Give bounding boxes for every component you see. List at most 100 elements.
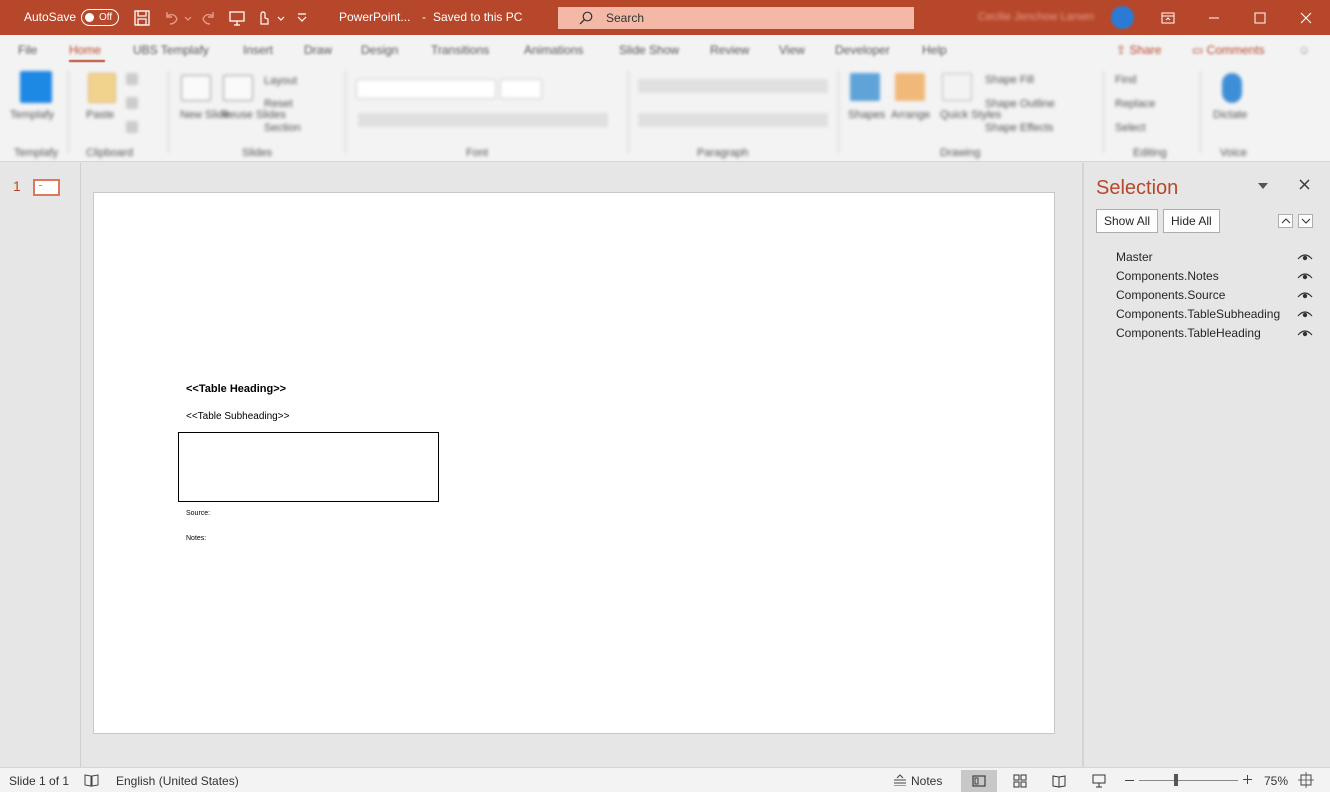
send-backward-button[interactable]	[1298, 214, 1313, 228]
slide[interactable]: <<Table Heading>> <<Table Subheading>> S…	[93, 192, 1055, 734]
feedback-icon[interactable]: ☺	[1298, 43, 1310, 57]
slide-sorter-button[interactable]	[1002, 770, 1038, 792]
tab-file[interactable]: File	[18, 43, 37, 57]
slide-show-button[interactable]	[1081, 770, 1117, 792]
format-painter-icon[interactable]	[126, 121, 138, 133]
close-button[interactable]	[1282, 0, 1328, 35]
selection-item-notes[interactable]: Components.Notes	[1116, 269, 1219, 283]
redo-icon[interactable]	[198, 8, 218, 28]
show-all-button[interactable]: Show All	[1096, 209, 1159, 233]
font-format-buttons[interactable]	[358, 113, 608, 127]
shape-effects-button[interactable]: Shape Effects	[985, 122, 1053, 134]
tab-transitions[interactable]: Transitions	[431, 43, 489, 57]
fit-to-window-icon[interactable]	[1298, 772, 1314, 791]
search-icon	[578, 10, 594, 29]
undo-icon[interactable]	[162, 8, 182, 28]
zoom-slider[interactable]	[1139, 780, 1238, 781]
select-button[interactable]: Select	[1115, 122, 1146, 134]
share-button[interactable]: ⇪ Share	[1116, 43, 1161, 57]
table-placeholder-box[interactable]	[178, 432, 439, 502]
language-indicator[interactable]: English (United States)	[116, 774, 239, 788]
avatar[interactable]	[1111, 6, 1134, 29]
paragraph-list-buttons[interactable]	[638, 79, 828, 93]
autosave-toggle[interactable]: Off	[81, 9, 119, 26]
pane-options-icon[interactable]	[1257, 180, 1269, 194]
slide-thumbnail[interactable]	[33, 179, 60, 196]
chevron-up-icon	[1281, 218, 1291, 224]
find-button[interactable]: Find	[1115, 74, 1136, 86]
tab-view[interactable]: View	[779, 43, 805, 57]
vertical-scrollbar[interactable]	[1082, 163, 1084, 767]
zoom-level[interactable]: 75%	[1264, 774, 1288, 788]
font-name-dropdown[interactable]	[356, 79, 496, 99]
tab-review[interactable]: Review	[710, 43, 749, 57]
undo-dropdown-icon[interactable]	[180, 8, 200, 28]
zoom-out-icon[interactable]	[1125, 780, 1134, 781]
tab-design[interactable]: Design	[361, 43, 398, 57]
tab-home[interactable]: Home	[69, 43, 101, 57]
user-name[interactable]: Cecilie Jenchow Larsen	[978, 11, 1094, 23]
quick-styles-button[interactable]: Quick Styles	[940, 109, 1001, 121]
tab-animations[interactable]: Animations	[524, 43, 583, 57]
section-button[interactable]: Section	[264, 122, 301, 134]
templafy-button[interactable]: Templafy	[10, 109, 54, 121]
selection-item-tablesubheading[interactable]: Components.TableSubheading	[1116, 307, 1280, 321]
accessibility-icon[interactable]	[84, 773, 99, 790]
presentation-icon[interactable]	[227, 8, 247, 28]
visibility-eye-icon[interactable]	[1297, 327, 1313, 341]
shape-fill-button[interactable]: Shape Fill	[985, 74, 1034, 86]
minimize-icon	[1209, 17, 1219, 19]
arrange-button[interactable]: Arrange	[891, 109, 930, 121]
microphone-icon	[1222, 73, 1242, 103]
zoom-in-icon[interactable]	[1242, 774, 1253, 788]
shape-outline-button[interactable]: Shape Outline	[985, 98, 1055, 110]
save-icon[interactable]	[132, 8, 152, 28]
reset-button[interactable]: Reset	[264, 98, 293, 110]
normal-view-button[interactable]	[961, 770, 997, 792]
touch-mode-icon[interactable]	[253, 8, 273, 28]
selection-item-master[interactable]: Master	[1116, 250, 1153, 264]
hide-all-button[interactable]: Hide All	[1163, 209, 1220, 233]
selection-item-tableheading[interactable]: Components.TableHeading	[1116, 326, 1261, 340]
ribbon-display-button[interactable]	[1144, 0, 1190, 35]
cut-icon[interactable]	[126, 73, 138, 85]
paste-icon	[88, 73, 116, 103]
reuse-slides-button[interactable]: Reuse Slides	[221, 109, 286, 121]
visibility-eye-icon[interactable]	[1297, 289, 1313, 303]
tab-slide-show[interactable]: Slide Show	[619, 43, 679, 57]
visibility-eye-icon[interactable]	[1297, 308, 1313, 322]
minimize-button[interactable]	[1190, 0, 1236, 35]
selection-item-source[interactable]: Components.Source	[1116, 288, 1225, 302]
notes-placeholder[interactable]: Notes:	[186, 535, 206, 542]
tab-ubs-templafy[interactable]: UBS Templafy	[133, 43, 209, 57]
dictate-button[interactable]: Dictate	[1213, 109, 1247, 121]
reading-view-button[interactable]	[1041, 770, 1077, 792]
comments-label: Comments	[1206, 43, 1265, 57]
visibility-eye-icon[interactable]	[1297, 251, 1313, 265]
paste-button[interactable]: Paste	[86, 109, 114, 121]
comments-button[interactable]: ▭ Comments	[1192, 43, 1265, 57]
tab-draw[interactable]: Draw	[304, 43, 332, 57]
layout-button[interactable]: Layout	[264, 75, 297, 87]
table-heading-placeholder[interactable]: <<Table Heading>>	[186, 383, 286, 395]
source-placeholder[interactable]: Source:	[186, 510, 210, 517]
tab-help[interactable]: Help	[922, 43, 947, 57]
notes-button[interactable]: Notes	[911, 774, 942, 788]
font-size-dropdown[interactable]	[500, 79, 542, 99]
visibility-eye-icon[interactable]	[1297, 270, 1313, 284]
table-subheading-placeholder[interactable]: <<Table Subheading>>	[186, 411, 289, 422]
pane-close-icon[interactable]	[1298, 178, 1311, 194]
customize-qat-icon[interactable]	[292, 8, 312, 28]
zoom-slider-thumb[interactable]	[1174, 774, 1178, 786]
paragraph-align-buttons[interactable]	[638, 113, 828, 127]
search-box[interactable]: Search	[558, 7, 914, 29]
replace-button[interactable]: Replace	[1115, 98, 1155, 110]
touch-dropdown-icon[interactable]	[272, 8, 292, 28]
bring-forward-button[interactable]	[1278, 214, 1293, 228]
autosave-state: Off	[99, 12, 113, 23]
tab-developer[interactable]: Developer	[835, 43, 890, 57]
maximize-button[interactable]	[1236, 0, 1282, 35]
shapes-button[interactable]: Shapes	[848, 109, 885, 121]
copy-icon[interactable]	[126, 97, 138, 109]
tab-insert[interactable]: Insert	[243, 43, 273, 57]
